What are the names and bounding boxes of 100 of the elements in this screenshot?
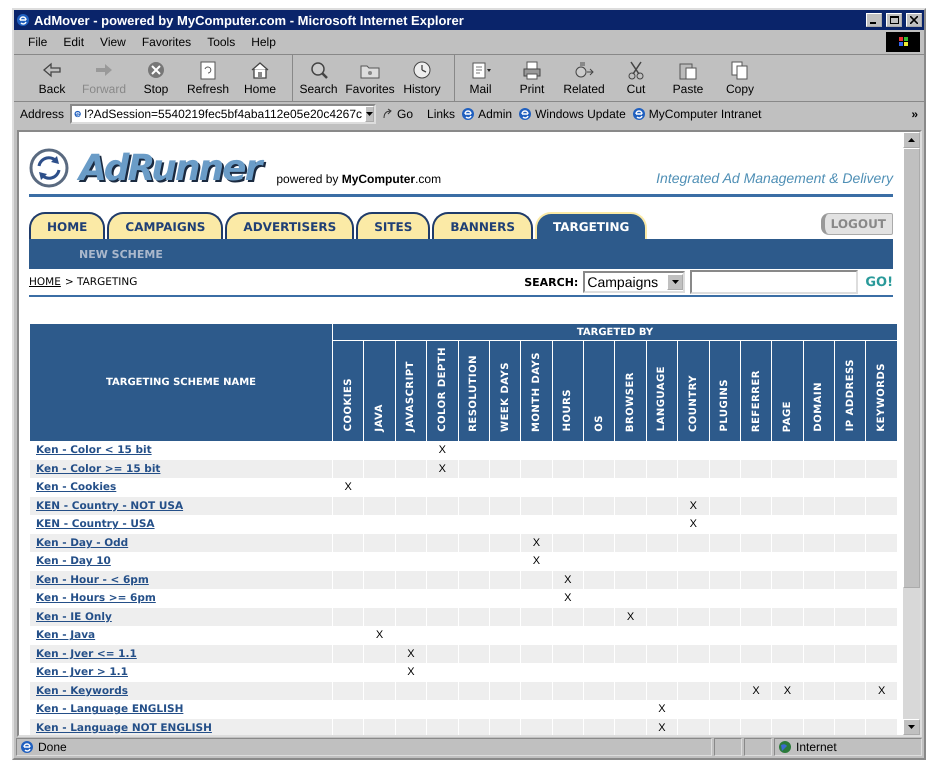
scheme-link[interactable]: Ken - Keywords	[36, 684, 128, 697]
toolbar-button[interactable]: Copy	[714, 55, 766, 101]
window-title: AdMover - powered by MyComputer.com - Microsoft Internet Explorer	[34, 12, 465, 28]
search-label: SEARCH:	[524, 276, 578, 288]
maximize-button[interactable]	[886, 13, 902, 27]
target-mark: X	[407, 666, 415, 678]
more-links-button[interactable]: »	[911, 107, 918, 121]
target-mark: X	[752, 684, 760, 697]
scheme-link[interactable]: Ken - Day 10	[36, 555, 111, 568]
nav-tab[interactable]: ADVERTISERS	[225, 212, 354, 239]
column-header: HOURS	[552, 340, 584, 442]
close-button[interactable]	[906, 13, 922, 27]
browser-icon	[16, 13, 30, 27]
toolbar-button[interactable]: History	[396, 55, 448, 101]
menu-item[interactable]: Favorites	[142, 35, 192, 49]
maximize-icon	[890, 16, 898, 24]
target-mark: X	[690, 518, 697, 530]
logo-text: AdRunner	[79, 150, 260, 188]
powered-by-text: powered by MyComputer.com	[276, 172, 442, 188]
menu-item[interactable]: View	[100, 35, 126, 49]
nav-tab[interactable]: BANNERS	[432, 212, 533, 239]
target-mark: X	[438, 462, 446, 475]
go-arrow-icon	[382, 108, 394, 120]
toolbar-button[interactable]: Mail	[454, 55, 506, 101]
column-header: TARGETING SCHEME NAME	[30, 324, 332, 442]
globe-icon	[778, 740, 792, 754]
target-mark: X	[626, 610, 634, 623]
toolbar-button[interactable]: Stop	[130, 55, 182, 101]
column-header: OS	[584, 340, 615, 442]
column-header: MONTH DAYS	[520, 340, 552, 442]
nav-tab[interactable]: CAMPAIGNS	[107, 212, 224, 239]
link-item[interactable]: Windows Update	[518, 107, 626, 121]
status-text: Done	[38, 740, 67, 754]
column-header: REFERRER	[740, 340, 772, 442]
column-header: PAGE	[772, 340, 804, 442]
search-scope-select[interactable]: Campaigns	[583, 271, 686, 293]
scheme-link[interactable]: Ken - Java	[36, 629, 96, 642]
logo-icon	[29, 148, 69, 188]
toolbar-button[interactable]: Paste	[662, 55, 714, 101]
toolbar-button[interactable]: Back	[26, 55, 78, 101]
target-mark: X	[658, 722, 666, 734]
column-header: RESOLUTION	[458, 340, 490, 442]
target-mark: X	[564, 592, 572, 604]
toolbar-button[interactable]: Related	[558, 55, 610, 101]
links-label: Links	[427, 107, 456, 121]
subnav-link[interactable]: NEW SCHEME	[79, 248, 163, 260]
scrollbar[interactable]	[903, 132, 920, 735]
nav-tab[interactable]: HOME	[29, 212, 106, 239]
column-header: PLUGINS	[709, 340, 740, 442]
breadcrumb-link[interactable]: HOME	[29, 276, 61, 288]
column-header: IP ADDRESS	[834, 340, 866, 442]
menu-item[interactable]: Edit	[63, 35, 84, 49]
link-item[interactable]: Admin	[461, 107, 512, 121]
toolbar-button[interactable]: Refresh	[182, 55, 234, 101]
column-header: LANGUAGE	[646, 340, 678, 442]
toolbar-button[interactable]: Cut	[610, 55, 662, 101]
target-mark: X	[344, 481, 352, 494]
zone-text: Internet	[796, 740, 837, 754]
target-mark: X	[376, 629, 384, 642]
page-icon	[632, 107, 646, 121]
dropdown-arrow-icon[interactable]	[366, 112, 374, 116]
column-header: KEYWORDS	[866, 340, 898, 442]
page-icon	[20, 740, 34, 754]
scheme-link[interactable]: Ken - Jver > 1.1	[36, 666, 128, 678]
column-header: WEEK DAYS	[489, 340, 521, 442]
column-header: COOKIES	[332, 340, 364, 442]
column-header: DOMAIN	[803, 340, 834, 442]
nav-tab[interactable]: TARGETING	[534, 212, 648, 239]
target-mark: X	[658, 703, 666, 716]
menu-item[interactable]: File	[28, 35, 48, 49]
target-mark: X	[690, 500, 697, 512]
target-mark: X	[532, 536, 540, 549]
address-field[interactable]: l?AdSession=5540219fec5bf4aba112e05e20c4267c	[70, 104, 376, 124]
scheme-link[interactable]: Ken - IE Only	[36, 610, 112, 623]
menu-item[interactable]: Help	[251, 35, 276, 49]
dropdown-arrow-icon	[672, 280, 679, 284]
minimize-button[interactable]	[866, 13, 882, 27]
target-mark: X	[564, 574, 572, 586]
link-item[interactable]: MyComputer Intranet	[632, 107, 762, 121]
search-field[interactable]	[690, 270, 858, 294]
scroll-down-icon[interactable]	[908, 725, 915, 729]
toolbar-button[interactable]: Print	[506, 55, 558, 101]
toolbar-button[interactable]: Search	[292, 55, 344, 101]
back-arrow-icon	[41, 60, 63, 80]
column-header: JAVASCRIPT	[395, 340, 427, 442]
toolbar-button[interactable]: Favorites	[344, 55, 396, 101]
nav-tab[interactable]: SITES	[356, 212, 430, 239]
address-label: Address	[20, 107, 64, 121]
tagline: Integrated Ad Management & Delivery	[656, 170, 893, 188]
toolbar-button[interactable]: Home	[234, 55, 286, 101]
scheme-link[interactable]: Ken - Cookies	[36, 481, 116, 494]
menu-item[interactable]: Tools	[207, 35, 236, 49]
target-mark: X	[407, 648, 415, 660]
stop-icon	[145, 60, 167, 80]
column-header: JAVA	[364, 340, 396, 442]
scroll-up-icon[interactable]	[908, 138, 915, 142]
go-button[interactable]: Go	[382, 107, 414, 121]
page-icon	[518, 107, 532, 121]
home-icon	[249, 60, 271, 80]
related-icon	[573, 60, 595, 80]
